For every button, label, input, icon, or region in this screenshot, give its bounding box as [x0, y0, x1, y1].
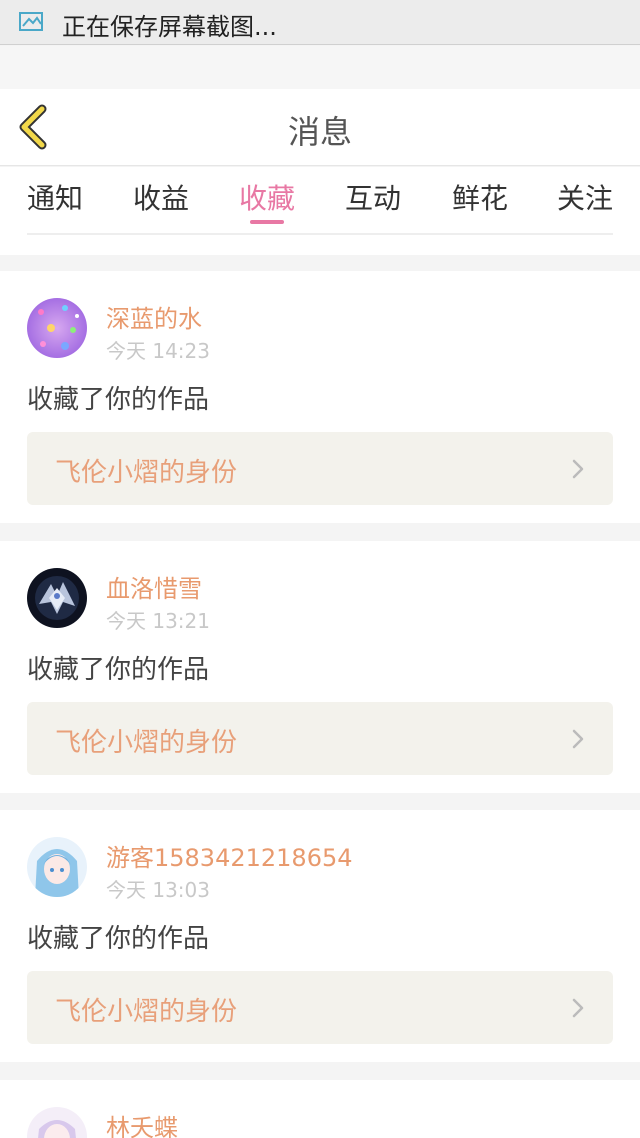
chevron-right-icon — [572, 459, 584, 479]
tab-follows[interactable]: 关注 — [557, 177, 613, 217]
message-card: 林夭蝶 — [0, 1080, 640, 1138]
message-card: 血洛惜雪 今天 13:21 收藏了你的作品 飞伦小熠的身份 — [0, 541, 640, 793]
timestamp: 今天 13:21 — [106, 609, 210, 633]
avatar[interactable] — [27, 837, 87, 897]
screenshot-icon — [19, 12, 43, 31]
tab-notifications[interactable]: 通知 — [27, 177, 83, 217]
work-title: 飞伦小熠的身份 — [55, 728, 238, 758]
tab-flowers[interactable]: 鲜花 — [452, 177, 508, 217]
work-link[interactable]: 飞伦小熠的身份 — [27, 971, 613, 1044]
notification-text: 正在保存屏幕截图... — [62, 13, 277, 41]
username[interactable]: 深蓝的水 — [106, 299, 202, 334]
work-link[interactable]: 飞伦小熠的身份 — [27, 702, 613, 775]
divider — [27, 233, 613, 235]
top-spacer — [0, 46, 640, 89]
avatar[interactable] — [27, 1107, 87, 1138]
work-link[interactable]: 飞伦小熠的身份 — [27, 432, 613, 505]
page-header: 消息 — [0, 89, 640, 166]
timestamp: 今天 13:03 — [106, 878, 210, 902]
work-title: 飞伦小熠的身份 — [55, 458, 238, 488]
message-card: 深蓝的水 今天 14:23 收藏了你的作品 飞伦小熠的身份 — [0, 271, 640, 523]
chevron-right-icon — [572, 998, 584, 1018]
work-title: 飞伦小熠的身份 — [55, 997, 238, 1027]
tab-bar: 通知 收益 收藏 互动 鲜花 关注 — [0, 167, 640, 255]
chevron-right-icon — [572, 729, 584, 749]
action-text: 收藏了你的作品 — [27, 924, 210, 954]
avatar[interactable] — [27, 298, 87, 358]
tab-favorites[interactable]: 收藏 — [239, 177, 295, 217]
active-tab-indicator — [250, 220, 284, 224]
page-title: 消息 — [287, 113, 352, 151]
username[interactable]: 血洛惜雪 — [106, 569, 202, 604]
username[interactable]: 林夭蝶 — [106, 1108, 178, 1138]
notification-bar: 正在保存屏幕截图... — [0, 0, 640, 45]
action-text: 收藏了你的作品 — [27, 655, 210, 685]
tab-interactions[interactable]: 互动 — [345, 177, 401, 217]
tab-earnings[interactable]: 收益 — [133, 177, 189, 217]
action-text: 收藏了你的作品 — [27, 385, 210, 415]
avatar[interactable] — [27, 568, 87, 628]
message-card: 游客1583421218654 今天 13:03 收藏了你的作品 飞伦小熠的身份 — [0, 810, 640, 1062]
timestamp: 今天 14:23 — [106, 339, 210, 363]
username[interactable]: 游客1583421218654 — [106, 838, 353, 873]
